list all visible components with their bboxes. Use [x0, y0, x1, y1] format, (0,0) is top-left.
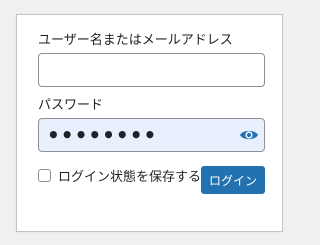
- remember-checkbox[interactable]: [38, 169, 51, 182]
- password-label: パスワード: [38, 98, 104, 113]
- login-button[interactable]: ログイン: [201, 166, 265, 194]
- login-form: ユーザー名またはメールアドレス パスワード ログイン状態を保存する ログイン: [16, 14, 283, 232]
- remember-label[interactable]: ログイン状態を保存する: [58, 166, 201, 185]
- username-input[interactable]: [38, 53, 265, 87]
- eye-icon[interactable]: [239, 126, 259, 144]
- username-label: ユーザー名またはメールアドレス: [38, 33, 233, 48]
- remember-me: ログイン状態を保存する: [38, 166, 201, 185]
- password-input[interactable]: [38, 118, 265, 152]
